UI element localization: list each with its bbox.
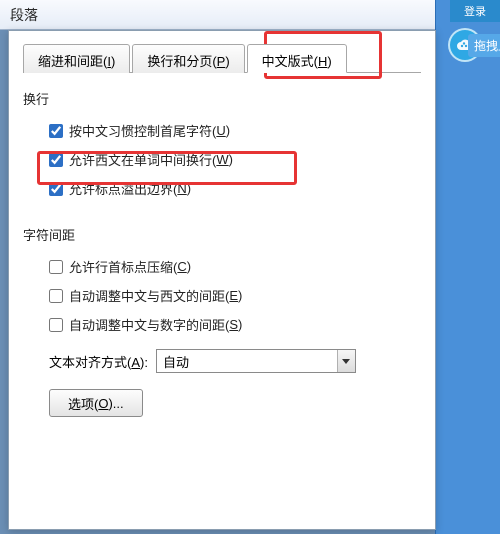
check-control-chars[interactable]: 按中文习惯控制首尾字符(U) [49,116,421,145]
drag-upload-label: 拖拽上传 [468,34,500,57]
checkbox-latin-word-wrap[interactable] [49,153,63,167]
options-button[interactable]: 选项(O)... [49,389,143,417]
title-bar: 段落 [0,0,500,30]
section-line-break: 换行 [23,89,421,108]
window-title: 段落 [10,5,38,25]
checkbox-auto-cjk-number[interactable] [49,318,63,332]
check-auto-cjk-latin[interactable]: 自动调整中文与西文的间距(E) [49,281,421,310]
check-compress-punct[interactable]: 允许行首标点压缩(C) [49,252,421,281]
alignment-row: 文本对齐方式(A): 自动 [49,349,421,373]
dialog-body: 缩进和间距(I) 换行和分页(P) 中文版式(H) 换行 按中文习惯控制首尾字符… [8,30,436,530]
tab-asian-typography[interactable]: 中文版式(H) [247,44,347,73]
side-panel: 登录 拖拽上传 [435,0,500,534]
check-auto-cjk-number[interactable]: 自动调整中文与数字的间距(S) [49,310,421,339]
tab-strip: 缩进和间距(I) 换行和分页(P) 中文版式(H) [23,43,421,73]
login-button[interactable]: 登录 [450,0,500,22]
checkbox-punct-overflow[interactable] [49,182,63,196]
checkbox-control-chars[interactable] [49,124,63,138]
checkbox-compress-punct[interactable] [49,260,63,274]
tab-indent-spacing[interactable]: 缩进和间距(I) [23,44,130,73]
chevron-down-icon [337,350,355,372]
alignment-label: 文本对齐方式(A): [49,352,148,371]
section-char-spacing: 字符间距 [23,225,421,244]
alignment-value: 自动 [163,352,189,371]
check-punct-overflow[interactable]: 允许标点溢出边界(N) [49,174,421,203]
alignment-select[interactable]: 自动 [156,349,356,373]
checkbox-auto-cjk-latin[interactable] [49,289,63,303]
tab-line-page-break[interactable]: 换行和分页(P) [132,44,244,73]
check-latin-word-wrap[interactable]: 允许西文在单词中间换行(W) [49,145,421,174]
